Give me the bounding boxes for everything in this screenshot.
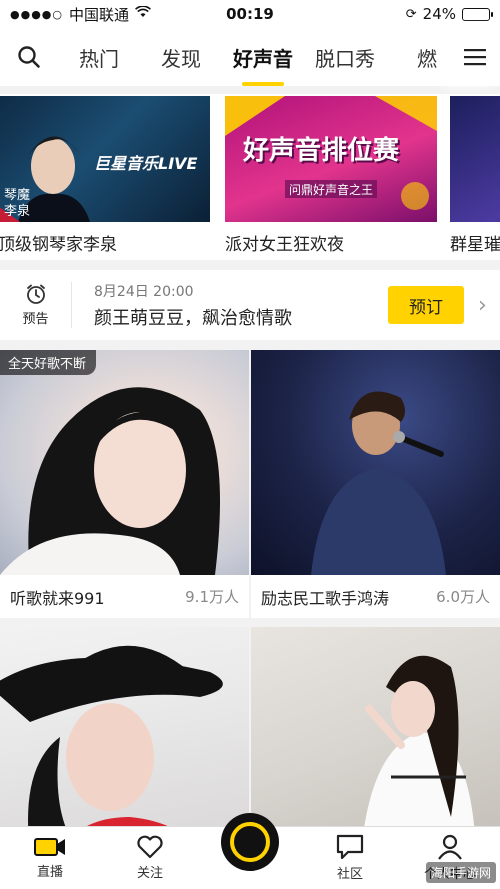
card-thumbnail — [251, 627, 500, 852]
card-thumbnail: 全天好歌不断 — [0, 350, 249, 575]
banner-image: 好声音排位赛 问鼎好声音之王 — [225, 96, 437, 222]
card-artwork — [311, 391, 446, 575]
card-artwork — [0, 387, 221, 575]
preview-label-group: 预告 — [0, 282, 72, 328]
preview-date: 8月24日 20:00 — [94, 283, 194, 300]
search-button[interactable] — [0, 28, 58, 86]
status-right: ⟳ 24% — [405, 5, 493, 23]
top-nav: 热门 发现 好声音 脱口秀 燃 — [0, 28, 500, 86]
banner-caption: 群星璀 — [450, 235, 500, 255]
category-tabs: 热门 发现 好声音 脱口秀 燃 — [58, 28, 450, 86]
card-meta: 励志民工歌手鸿涛 6.0万人 — [251, 575, 500, 618]
tab-hot[interactable]: 热门 — [58, 28, 140, 86]
chat-bubble-icon — [336, 834, 364, 860]
tab-live[interactable]: 直播 — [0, 827, 100, 889]
tab-discover[interactable]: 发现 — [140, 28, 222, 86]
banner-item[interactable]: 群星璀 — [450, 96, 500, 255]
tab-talk-show[interactable]: 脱口秀 — [304, 28, 386, 86]
signal-strength: ●●●●○ — [10, 7, 63, 21]
reserve-button[interactable]: 预订 — [388, 286, 464, 324]
user-icon — [438, 834, 462, 860]
alarm-clock-icon — [26, 284, 45, 304]
tab-go-live[interactable] — [200, 813, 300, 889]
card-artwork — [361, 655, 476, 852]
menu-button[interactable] — [450, 28, 500, 86]
card-title: 听歌就来991 — [10, 588, 105, 608]
banner-art-sub: 问鼎好声音之王 — [289, 183, 374, 197]
banner-caption: 派对女王狂欢夜 — [225, 235, 344, 255]
viewer-count: 6.0万人 — [436, 588, 490, 606]
carrier-name: 中国联通 — [69, 5, 130, 24]
banner-item[interactable]: 巨星音乐LIVE 琴魔 李泉 顶级钢琴家李泉 — [0, 96, 210, 255]
card-meta: 听歌就来991 9.1万人 — [0, 575, 249, 618]
search-icon — [18, 46, 40, 68]
live-room-card[interactable]: 全天好歌不断 听歌就来991 9.1万人 — [0, 350, 249, 618]
tab-community[interactable]: 社区 — [300, 827, 400, 889]
preview-label: 预告 — [22, 312, 49, 327]
card-title: 励志民工歌手鸿涛 — [261, 588, 390, 608]
tab-live-label: 直播 — [36, 865, 63, 880]
tab-follow-label: 关注 — [136, 866, 163, 881]
watermark-logo: 海阳手游网 — [425, 862, 496, 883]
battery-percent: 24% — [422, 5, 456, 23]
screen: ●●●●○ 中国联通 00:19 ⟳ 24% 热门 发现 好声音 脱口秀 燃 巨… — [0, 0, 500, 889]
video-camera-icon — [34, 838, 65, 856]
tab-community-label: 社区 — [336, 867, 363, 882]
card-thumbnail — [0, 627, 249, 852]
tab-follow[interactable]: 关注 — [100, 827, 200, 889]
banner-caption: 顶级钢琴家李泉 — [0, 235, 117, 255]
heart-icon — [137, 835, 163, 859]
menu-icon — [464, 49, 486, 66]
banner-art-title: 好声音排位赛 — [243, 136, 400, 166]
wifi-icon — [135, 5, 151, 22]
banner-image: 巨星音乐LIVE 琴魔 李泉 — [0, 96, 210, 222]
banner-carousel: 巨星音乐LIVE 琴魔 李泉 顶级钢琴家李泉 好声音排位赛 问鼎好声音之王 派对… — [0, 94, 500, 260]
status-bar: ●●●●○ 中国联通 00:19 ⟳ 24% — [0, 0, 500, 28]
banner-item[interactable]: 好声音排位赛 问鼎好声音之王 派对女王狂欢夜 — [225, 96, 437, 255]
live-room-card[interactable]: 励志民工歌手鸿涛 6.0万人 — [251, 350, 500, 618]
tab-good-voice[interactable]: 好声音 — [222, 28, 304, 86]
card-thumbnail — [251, 350, 500, 575]
preview-title: 颜王萌豆豆，飙治愈情歌 — [94, 307, 292, 329]
live-ring-icon — [230, 822, 270, 862]
chevron-right-icon[interactable]: › — [478, 293, 500, 318]
banner-art-sub: 琴魔 李泉 — [4, 188, 31, 219]
schedule-preview[interactable]: 预告 8月24日 20:00 颜王萌豆豆，飙治愈情歌 预订 › — [0, 270, 500, 340]
rotation-lock-icon: ⟳ — [405, 6, 417, 22]
card-tag: 全天好歌不断 — [0, 350, 97, 375]
battery-icon — [462, 7, 493, 21]
card-artwork — [0, 645, 223, 852]
banner-art-title: 巨星音乐LIVE — [94, 154, 198, 173]
go-live-button[interactable] — [221, 813, 279, 871]
viewer-count: 9.1万人 — [185, 588, 239, 606]
tab-partial[interactable]: 燃 — [386, 28, 450, 86]
banner-image — [450, 96, 500, 222]
preview-info: 8月24日 20:00 颜王萌豆豆，飙治愈情歌 — [72, 281, 388, 330]
